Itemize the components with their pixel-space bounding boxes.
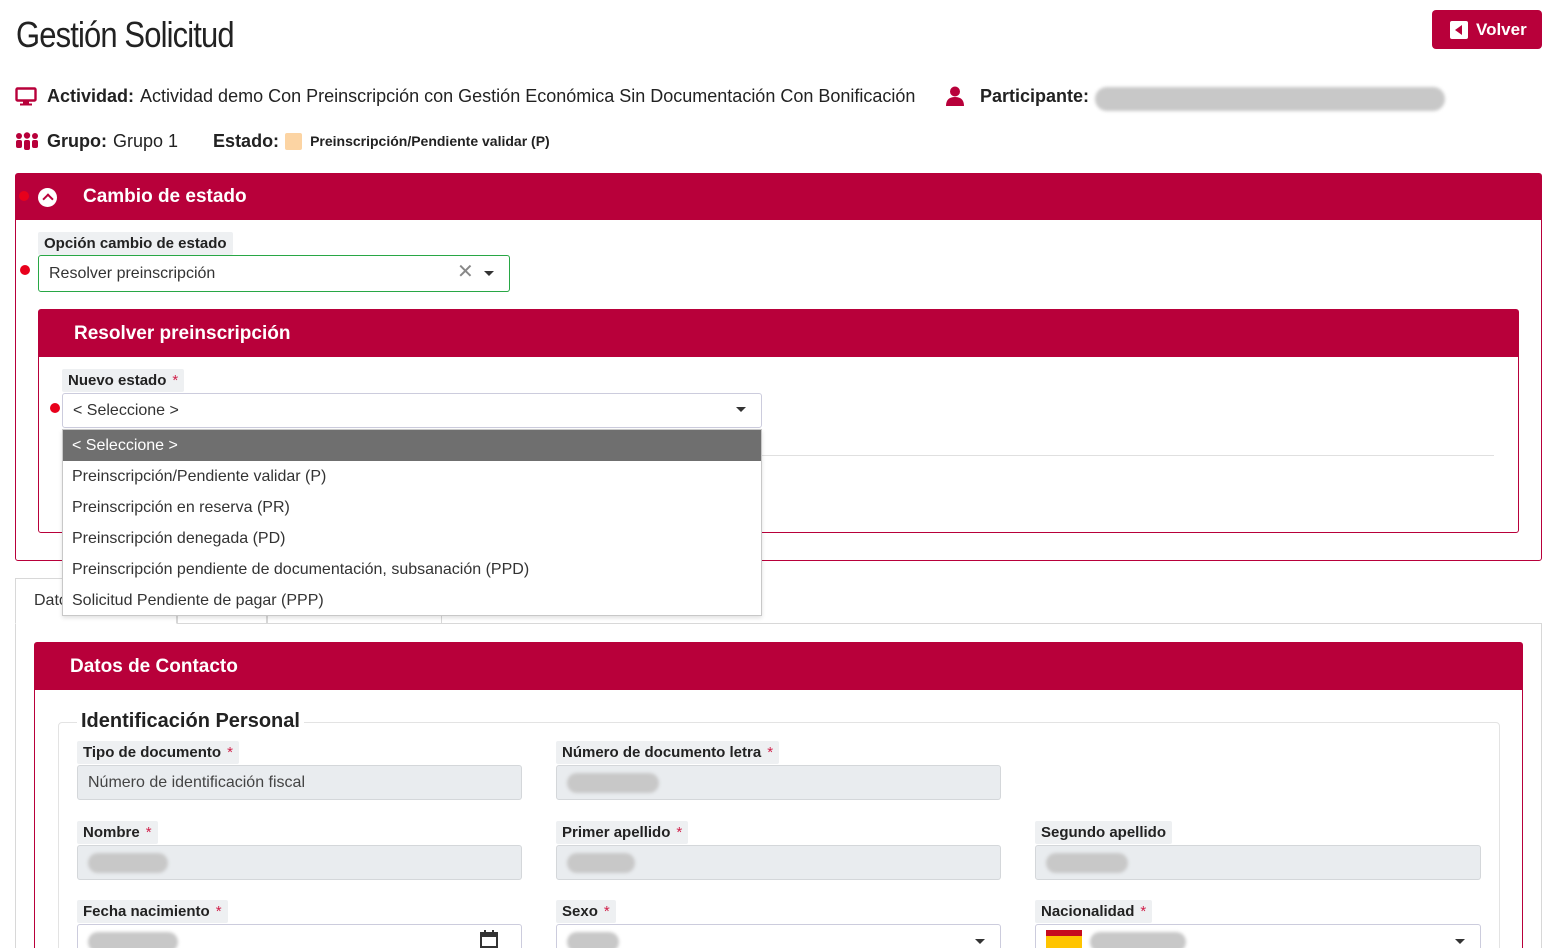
fecha-nacimiento-label: Fecha nacimiento *: [77, 900, 228, 923]
required-indicator: [19, 191, 29, 201]
dropdown-option[interactable]: Preinscripción denegada (PD): [63, 523, 761, 554]
numero-documento-label-text: Número de documento letra: [562, 744, 762, 761]
resolver-header: Resolver preinscripción: [39, 310, 1518, 357]
cambio-estado-header[interactable]: Cambio de estado: [16, 174, 1541, 220]
estado-value: Preinscripción/Pendiente validar (P): [310, 133, 550, 149]
redacted-value: [88, 931, 178, 948]
nacionalidad-select[interactable]: [1035, 924, 1481, 948]
dropdown-option[interactable]: Preinscripción en reserva (PR): [63, 492, 761, 523]
tabs-divider: [15, 623, 1542, 624]
chevron-down-icon[interactable]: [975, 939, 985, 944]
participante-label: Participante:: [980, 85, 1090, 106]
back-button[interactable]: Volver: [1432, 10, 1542, 49]
required-mark: *: [215, 903, 222, 920]
arrow-left-square-icon: [1450, 20, 1468, 39]
cambio-estado-title: Cambio de estado: [83, 186, 247, 207]
numero-documento-field[interactable]: [556, 765, 1001, 800]
back-button-label: Volver: [1476, 19, 1527, 39]
nombre-label-text: Nombre: [83, 824, 140, 841]
dropdown-option[interactable]: Solicitud Pendiente de pagar (PPP): [63, 585, 761, 616]
dropdown-option[interactable]: Preinscripción pendiente de documentació…: [63, 554, 761, 585]
required-mark: *: [145, 824, 152, 841]
identificacion-title: Identificación Personal: [77, 710, 304, 733]
nacionalidad-label-text: Nacionalidad: [1041, 903, 1135, 920]
grupo-label: Grupo:: [47, 130, 107, 151]
actividad-label: Actividad:: [47, 85, 135, 106]
nuevo-estado-value: < Seleccione >: [73, 401, 179, 419]
opcion-cambio-select[interactable]: Resolver preinscripción: [38, 255, 510, 292]
required-mark: *: [227, 744, 233, 761]
tipo-documento-field[interactable]: Número de identificación fiscal: [77, 765, 522, 800]
nuevo-estado-dropdown: < Seleccione > Preinscripción/Pendiente …: [62, 429, 762, 616]
nuevo-estado-select[interactable]: < Seleccione >: [62, 393, 762, 428]
primer-apellido-field[interactable]: [556, 845, 1001, 880]
fecha-nacimiento-label-text: Fecha nacimiento: [83, 903, 210, 920]
actividad-line: Actividad: Actividad demo Con Preinscrip…: [15, 85, 915, 107]
user-icon: [946, 86, 964, 106]
estado-label: Estado:: [213, 130, 280, 151]
estado-color-swatch: [285, 132, 303, 150]
sexo-select[interactable]: [556, 924, 1001, 948]
nacionalidad-label: Nacionalidad *: [1035, 900, 1153, 923]
calendar-icon[interactable]: [480, 930, 498, 948]
segundo-apellido-field[interactable]: [1035, 845, 1481, 880]
contacto-title: Datos de Contacto: [70, 655, 238, 677]
primer-apellido-label-text: Primer apellido: [562, 824, 671, 841]
opcion-cambio-label: Opción cambio de estado: [38, 232, 233, 255]
dropdown-option[interactable]: < Seleccione >: [63, 430, 761, 461]
nuevo-estado-label-text: Nuevo estado: [68, 372, 167, 389]
tipo-documento-label-text: Tipo de documento: [83, 744, 222, 761]
opcion-cambio-value: Resolver preinscripción: [49, 264, 216, 282]
dropdown-option[interactable]: Preinscripción/Pendiente validar (P): [63, 461, 761, 492]
required-mark: *: [172, 372, 179, 389]
redacted-value: [1046, 852, 1128, 873]
nombre-field[interactable]: [77, 845, 522, 880]
chevron-up-circle-icon[interactable]: [38, 187, 57, 207]
spain-flag-icon: [1046, 929, 1082, 948]
tab-content-border: [1541, 624, 1542, 948]
grupo-value: Grupo 1: [113, 130, 179, 151]
required-mark: *: [1140, 903, 1147, 920]
tab-content-border: [15, 624, 16, 948]
tipo-documento-label: Tipo de documento *: [77, 741, 239, 764]
participante-value-redacted: [1095, 87, 1446, 111]
chevron-down-icon[interactable]: [484, 271, 494, 276]
segundo-apellido-label-text: Segundo apellido: [1041, 824, 1167, 841]
redacted-value: [1090, 931, 1186, 948]
redacted-value: [567, 772, 659, 793]
required-indicator: [50, 403, 60, 413]
monitor-icon: [15, 86, 37, 105]
chevron-down-icon[interactable]: [1455, 939, 1465, 944]
redacted-value: [567, 931, 619, 948]
grupo-line: Grupo: Grupo 1 Estado: Preinscripción/Pe…: [15, 130, 550, 152]
chevron-down-icon[interactable]: [736, 407, 746, 412]
required-mark: *: [676, 824, 683, 841]
sexo-label-text: Sexo: [562, 903, 598, 920]
fecha-nacimiento-field[interactable]: [77, 924, 522, 948]
segundo-apellido-label: Segundo apellido: [1035, 821, 1173, 844]
nuevo-estado-label: Nuevo estado *: [62, 369, 185, 392]
redacted-value: [88, 852, 168, 873]
required-indicator: [20, 265, 30, 275]
users-group-icon: [16, 132, 38, 150]
required-mark: *: [603, 903, 610, 920]
numero-documento-label: Número de documento letra *: [556, 741, 780, 764]
participante-line: Participante:: [946, 85, 1446, 111]
required-mark: *: [767, 744, 774, 761]
close-icon[interactable]: ✕: [457, 262, 474, 282]
nombre-label: Nombre *: [77, 821, 158, 844]
primer-apellido-label: Primer apellido *: [556, 821, 689, 844]
tipo-documento-value: Número de identificación fiscal: [88, 773, 305, 791]
redacted-value: [567, 852, 635, 873]
contacto-header: Datos de Contacto: [35, 643, 1522, 690]
page-title: Gestión Solicitud: [16, 14, 235, 55]
resolver-title: Resolver preinscripción: [74, 322, 291, 344]
sexo-label: Sexo *: [556, 900, 616, 923]
actividad-value: Actividad demo Con Preinscripción con Ge…: [140, 85, 916, 106]
